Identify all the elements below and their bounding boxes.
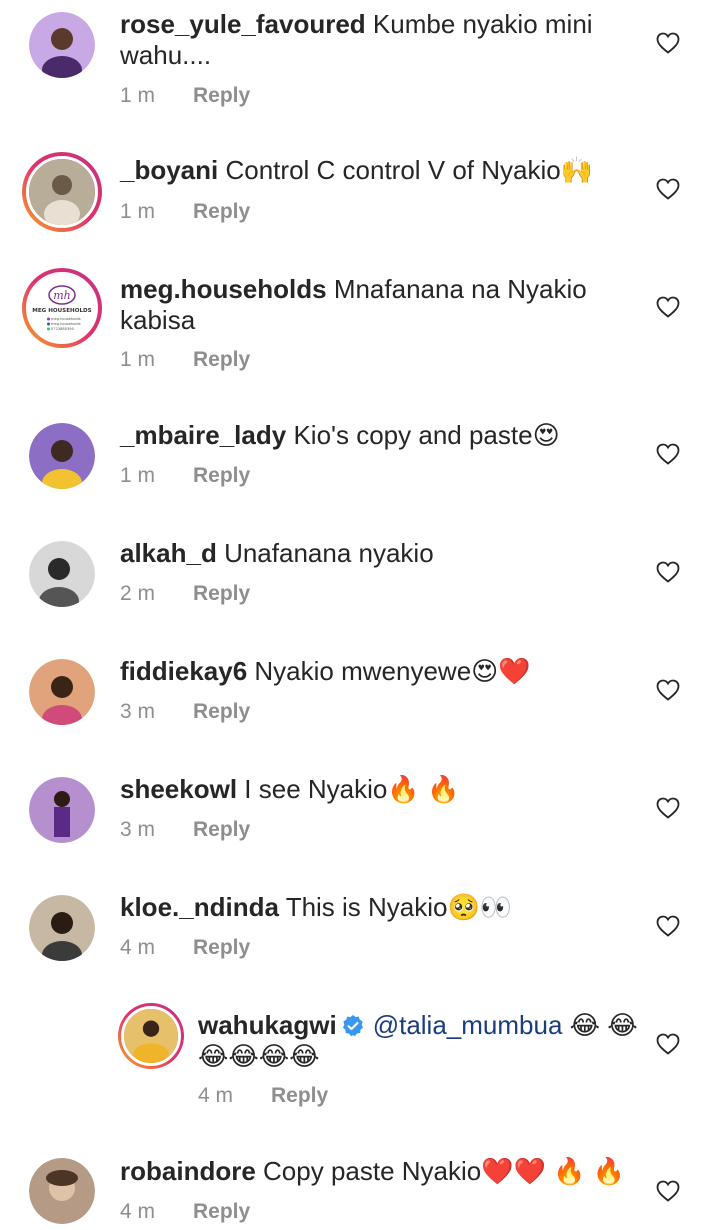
comment-text: _boyani Control C control V of Nyakio🙌	[120, 155, 640, 186]
timestamp: 1 m	[120, 464, 156, 487]
like-heart-icon[interactable]	[656, 1180, 680, 1202]
username-link[interactable]: sheekowl	[120, 774, 237, 804]
username-link[interactable]: wahukagwi	[198, 1010, 337, 1040]
avatar[interactable]	[29, 895, 95, 961]
timestamp: 3 m	[120, 818, 156, 841]
like-heart-icon[interactable]	[656, 797, 680, 819]
comment-meta: 1 m Reply	[120, 348, 250, 372]
reply-button[interactable]: Reply	[193, 700, 250, 723]
verified-badge-icon	[341, 1014, 365, 1038]
like-heart-icon[interactable]	[656, 561, 680, 583]
username-link[interactable]: fiddiekay6	[120, 656, 247, 686]
like-heart-icon[interactable]	[656, 443, 680, 465]
username-link[interactable]: _boyani	[120, 155, 218, 185]
avatar[interactable]	[29, 777, 95, 843]
timestamp: 3 m	[120, 700, 156, 723]
like-heart-icon[interactable]	[656, 915, 680, 937]
username-link[interactable]: _mbaire_lady	[120, 420, 286, 450]
svg-text:0723880390: 0723880390	[51, 327, 75, 331]
comment-text: meg.households Mnafanana na Nyakio kabis…	[120, 274, 600, 336]
comment-body: This is Nyakio🥺👀	[285, 892, 513, 922]
comment-text: robaindore Copy paste Nyakio❤️❤️ 🔥 🔥	[120, 1156, 640, 1187]
reply-button[interactable]: Reply	[193, 936, 250, 959]
comment-meta: 3 m Reply	[120, 700, 250, 724]
like-heart-icon[interactable]	[656, 679, 680, 701]
avatar[interactable]	[29, 12, 95, 78]
comment-meta: 3 m Reply	[120, 818, 250, 842]
svg-text:MEG HOUSEHOLDS: MEG HOUSEHOLDS	[32, 308, 91, 314]
comment-body: Control C control V of Nyakio🙌	[225, 155, 594, 185]
svg-text:meg.households: meg.households	[51, 322, 81, 326]
reply-button[interactable]: Reply	[193, 818, 250, 841]
avatar[interactable]	[29, 659, 95, 725]
username-link[interactable]: meg.households	[120, 274, 327, 304]
reply-button[interactable]: Reply	[271, 1084, 328, 1107]
comment-text: fiddiekay6 Nyakio mwenyewe😍❤️	[120, 656, 640, 687]
comment-text: rose_yule_favoured Kumbe nyakio mini wah…	[120, 9, 640, 71]
username-link[interactable]: rose_yule_favoured	[120, 9, 366, 39]
reply-button[interactable]: Reply	[193, 200, 250, 223]
comment-body: Copy paste Nyakio❤️❤️ 🔥 🔥	[263, 1156, 626, 1186]
comment-meta: 4 m Reply	[120, 936, 250, 960]
like-heart-icon[interactable]	[656, 1033, 680, 1055]
username-link[interactable]: alkah_d	[120, 538, 217, 568]
avatar[interactable]	[22, 152, 102, 232]
avatar[interactable]	[118, 1003, 184, 1069]
comment-text: alkah_d Unafanana nyakio	[120, 538, 640, 569]
avatar[interactable]: mh MEG HOUSEHOLDS meg.households meg.hou…	[22, 268, 102, 348]
like-heart-icon[interactable]	[656, 296, 680, 318]
timestamp: 4 m	[198, 1084, 234, 1107]
comment-body: I see Nyakio🔥 🔥	[244, 774, 460, 804]
reply-button[interactable]: Reply	[193, 1200, 250, 1223]
username-link[interactable]: robaindore	[120, 1156, 256, 1186]
username-link[interactable]: kloe._ndinda	[120, 892, 279, 922]
avatar[interactable]	[29, 423, 95, 489]
timestamp: 1 m	[120, 200, 156, 223]
comment-body: Unafanana nyakio	[224, 538, 434, 568]
timestamp: 4 m	[120, 1200, 156, 1223]
comment-meta: 1 m Reply	[120, 200, 250, 224]
svg-text:mh: mh	[53, 289, 71, 302]
timestamp: 2 m	[120, 582, 156, 605]
like-heart-icon[interactable]	[656, 32, 680, 54]
comment-body: Kio's copy and paste😍	[293, 420, 560, 450]
comment-body: Nyakio mwenyewe😍❤️	[254, 656, 531, 686]
comment-meta: 4 m Reply	[198, 1084, 328, 1108]
comment-meta: 4 m Reply	[120, 1200, 250, 1224]
like-heart-icon[interactable]	[656, 178, 680, 200]
comment-meta: 1 m Reply	[120, 464, 250, 488]
reply-button[interactable]: Reply	[193, 348, 250, 371]
comment-text: sheekowl I see Nyakio🔥 🔥	[120, 774, 640, 805]
timestamp: 1 m	[120, 84, 156, 107]
comment-text: wahukagwi @talia_mumbua 😂 😂😂😂😂😂	[198, 1010, 638, 1072]
timestamp: 1 m	[120, 348, 156, 371]
reply-button[interactable]: Reply	[193, 84, 250, 107]
meg-households-logo: mh MEG HOUSEHOLDS meg.households meg.hou…	[29, 275, 95, 341]
comment-meta: 1 m Reply	[120, 84, 250, 108]
avatar[interactable]	[29, 541, 95, 607]
reply-button[interactable]: Reply	[193, 582, 250, 605]
svg-text:meg.households: meg.households	[51, 317, 81, 321]
comment-meta: 2 m Reply	[120, 582, 250, 606]
reply-button[interactable]: Reply	[193, 464, 250, 487]
comment-text: kloe._ndinda This is Nyakio🥺👀	[120, 892, 640, 923]
comment-text: _mbaire_lady Kio's copy and paste😍	[120, 420, 640, 451]
mention-link[interactable]: @talia_mumbua	[373, 1010, 563, 1040]
avatar[interactable]	[29, 1158, 95, 1224]
timestamp: 4 m	[120, 936, 156, 959]
